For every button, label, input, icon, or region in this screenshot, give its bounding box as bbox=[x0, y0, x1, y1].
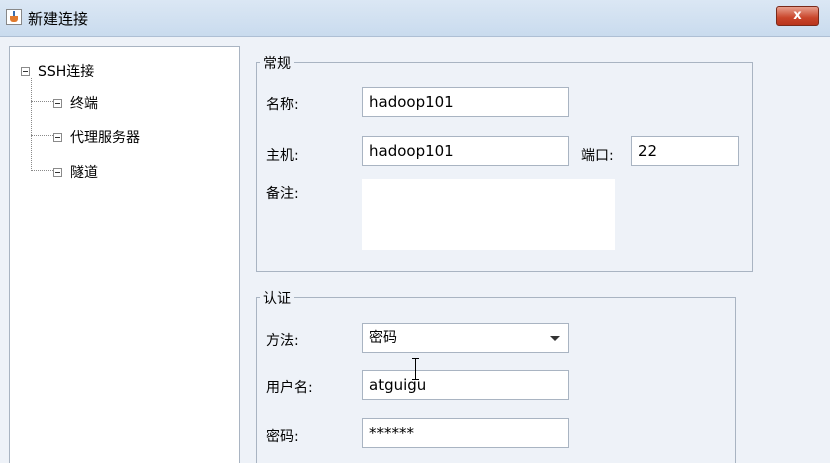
tree-connector bbox=[31, 170, 53, 172]
tree-item-proxy[interactable]: 代理服务器 bbox=[53, 127, 140, 147]
collapse-icon[interactable] bbox=[53, 98, 62, 108]
tree-item-tunnel[interactable]: 隧道 bbox=[53, 162, 98, 182]
port-field[interactable]: 22 bbox=[631, 136, 739, 166]
tree-item-label: 隧道 bbox=[70, 165, 98, 181]
auth-group-title: 认证 bbox=[260, 288, 294, 308]
tree-item-label: 代理服务器 bbox=[70, 130, 140, 146]
method-dropdown[interactable]: 密码 bbox=[362, 323, 569, 353]
chevron-down-icon[interactable] bbox=[550, 336, 560, 341]
collapse-icon[interactable] bbox=[21, 66, 30, 76]
close-button[interactable]: x bbox=[776, 6, 819, 26]
title-bar: 新建连接 x bbox=[0, 0, 830, 37]
password-label: 密码: bbox=[266, 429, 299, 445]
window-title: 新建连接 bbox=[28, 10, 89, 28]
tree-item-label: 终端 bbox=[70, 96, 98, 112]
name-label: 名称: bbox=[266, 97, 299, 113]
host-field[interactable]: hadoop101 bbox=[362, 136, 569, 166]
host-label: 主机: bbox=[266, 148, 299, 164]
tree-item-label: SSH连接 bbox=[38, 64, 95, 80]
collapse-icon[interactable] bbox=[53, 167, 62, 177]
method-label: 方法: bbox=[266, 333, 299, 349]
tree-connector bbox=[31, 78, 33, 171]
notes-field[interactable] bbox=[362, 179, 615, 250]
method-selected-value: 密码 bbox=[369, 330, 397, 346]
username-label: 用户名: bbox=[266, 380, 313, 396]
name-field[interactable]: hadoop101 bbox=[362, 87, 569, 117]
notes-label: 备注: bbox=[266, 186, 299, 202]
tree-item-terminal[interactable]: 终端 bbox=[53, 93, 98, 113]
tree-connector bbox=[31, 135, 53, 137]
java-coffee-icon bbox=[6, 9, 22, 25]
settings-tree: SSH连接 终端 代理服务器 隧道 bbox=[9, 46, 240, 463]
general-group-title: 常规 bbox=[260, 53, 294, 73]
collapse-icon[interactable] bbox=[53, 132, 62, 142]
port-label: 端口: bbox=[581, 148, 614, 164]
text-cursor-icon bbox=[411, 358, 421, 380]
password-field[interactable]: ****** bbox=[362, 418, 569, 448]
tree-connector bbox=[31, 101, 53, 103]
username-field[interactable]: atguigu bbox=[362, 370, 569, 400]
